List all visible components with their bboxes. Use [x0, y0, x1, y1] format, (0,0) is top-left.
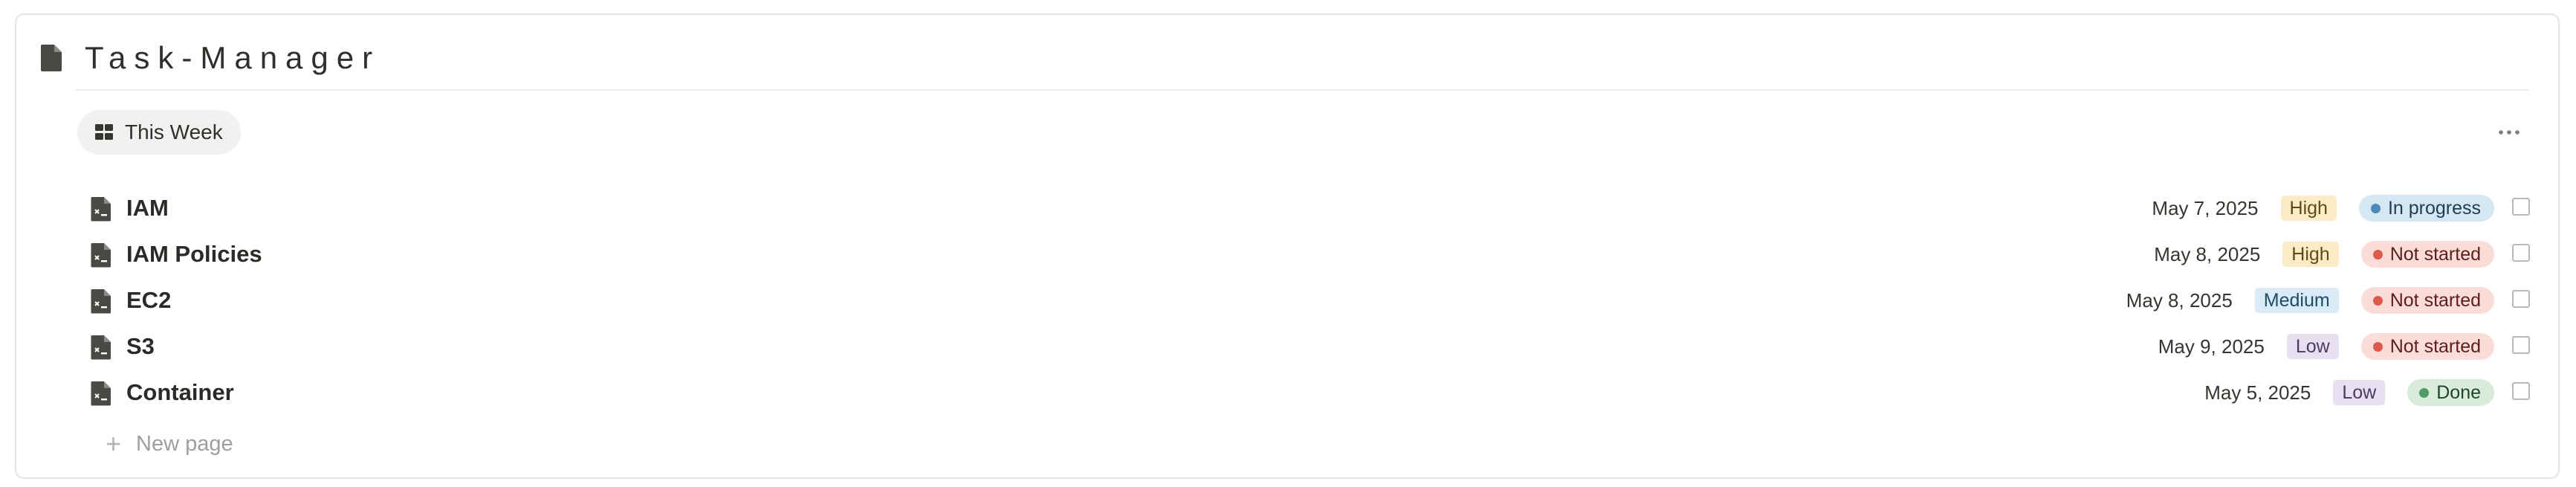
- task-name[interactable]: IAM Policies: [126, 238, 262, 271]
- priority-tag: Low: [2286, 334, 2339, 359]
- row-checkbox[interactable]: [2512, 336, 2530, 354]
- status-dot-icon: [2370, 203, 2381, 213]
- due-date: May 8, 2025: [2126, 288, 2233, 312]
- plus-icon: +: [106, 428, 122, 459]
- status-label: Not started: [2389, 244, 2481, 265]
- task-name[interactable]: EC2: [126, 284, 171, 317]
- spreadsheet-doc-icon: [91, 288, 111, 314]
- database-card: Task-Manager This Week IAM May 7, 2025 H…: [15, 13, 2560, 479]
- new-page-button[interactable]: + New page: [106, 428, 233, 460]
- row-checkbox[interactable]: [2512, 382, 2530, 400]
- status-dot-icon: [2372, 341, 2383, 352]
- status-badge: In progress: [2358, 195, 2494, 222]
- page-header: Task-Manager: [39, 36, 381, 80]
- row-checkbox[interactable]: [2512, 198, 2530, 216]
- priority-tag: High: [2282, 242, 2339, 267]
- spreadsheet-doc-icon: [91, 381, 111, 406]
- priority-tag: High: [2280, 196, 2337, 221]
- new-page-label: New page: [136, 431, 233, 456]
- due-date: May 7, 2025: [2152, 196, 2259, 219]
- row-properties: May 7, 2025 High In progress: [2152, 193, 2494, 223]
- table-row[interactable]: IAM May 7, 2025 High In progress: [16, 186, 2558, 232]
- table-row[interactable]: Container May 5, 2025 Low Done: [16, 370, 2558, 416]
- row-properties: May 5, 2025 Low Done: [2204, 378, 2494, 407]
- row-properties: May 8, 2025 High Not started: [2154, 239, 2494, 269]
- document-icon: [39, 43, 64, 73]
- table-row[interactable]: EC2 May 8, 2025 Medium Not started: [16, 278, 2558, 324]
- board-grid-icon: [94, 122, 114, 143]
- table-row[interactable]: IAM Policies May 8, 2025 High Not starte…: [16, 232, 2558, 278]
- due-date: May 5, 2025: [2204, 381, 2311, 404]
- task-name[interactable]: IAM: [126, 192, 169, 225]
- status-dot-icon: [2372, 249, 2383, 259]
- status-label: In progress: [2387, 198, 2481, 219]
- tab-this-week[interactable]: This Week: [77, 110, 241, 155]
- spreadsheet-doc-icon: [91, 196, 111, 222]
- task-name[interactable]: Container: [126, 376, 234, 409]
- status-badge: Not started: [2360, 333, 2494, 360]
- status-badge: Not started: [2360, 241, 2494, 268]
- priority-tag: Medium: [2254, 288, 2339, 313]
- status-badge: Not started: [2360, 287, 2494, 314]
- page-title: Task-Manager: [85, 40, 381, 75]
- status-label: Not started: [2389, 336, 2481, 357]
- row-checkbox[interactable]: [2512, 290, 2530, 308]
- status-badge: Done: [2407, 379, 2494, 406]
- status-dot-icon: [2419, 387, 2430, 398]
- row-checkbox[interactable]: [2512, 244, 2530, 262]
- task-name[interactable]: S3: [126, 330, 155, 363]
- priority-tag: Low: [2333, 380, 2386, 405]
- status-label: Not started: [2389, 290, 2481, 311]
- row-properties: May 8, 2025 Medium Not started: [2126, 286, 2494, 315]
- header-divider: [76, 89, 2528, 91]
- tab-label: This Week: [125, 120, 223, 143]
- row-properties: May 9, 2025 Low Not started: [2158, 332, 2494, 361]
- status-label: Done: [2436, 382, 2481, 403]
- table-row[interactable]: S3 May 9, 2025 Low Not started: [16, 324, 2558, 370]
- spreadsheet-doc-icon: [91, 242, 111, 268]
- more-horizontal-icon: [2499, 130, 2520, 135]
- due-date: May 9, 2025: [2158, 335, 2265, 358]
- due-date: May 8, 2025: [2154, 242, 2261, 265]
- status-dot-icon: [2372, 295, 2383, 306]
- spreadsheet-doc-icon: [91, 335, 111, 360]
- more-options-button[interactable]: [2493, 120, 2525, 144]
